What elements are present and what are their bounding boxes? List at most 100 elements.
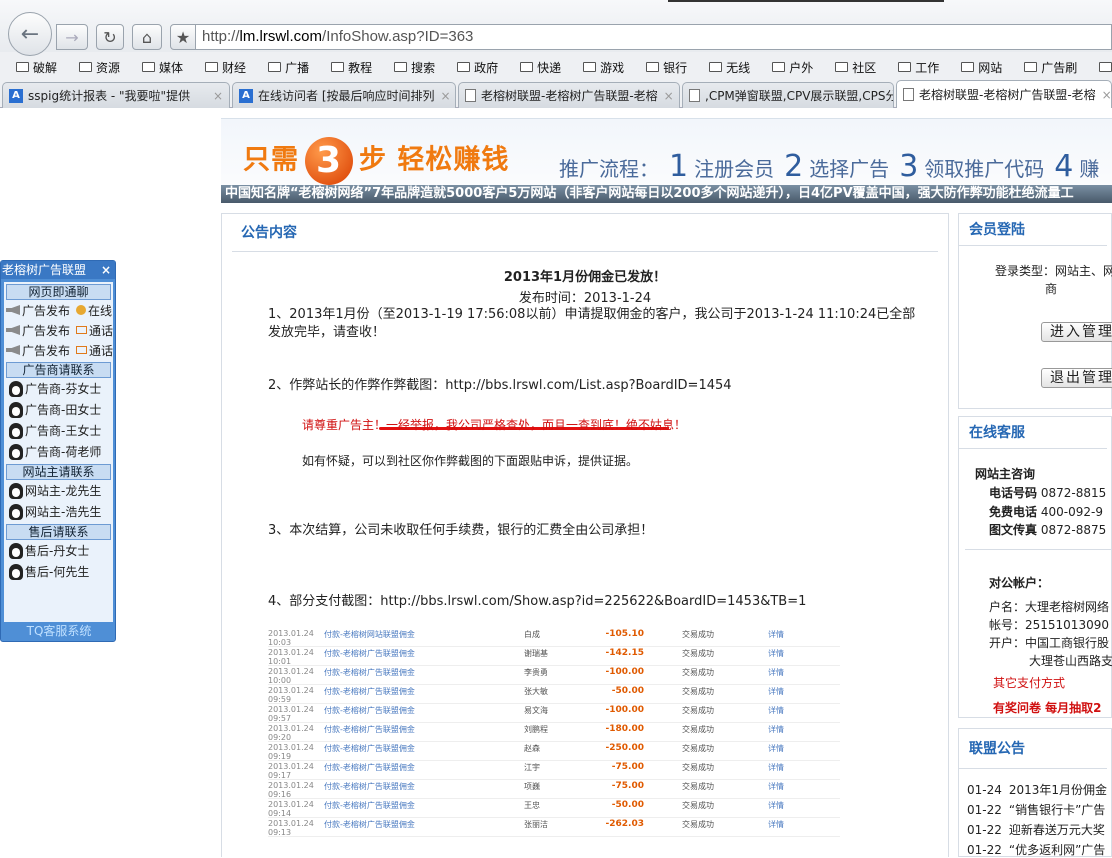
folder-icon [16,62,29,72]
ledger-status: 交易成功 [682,687,714,696]
browser-tab[interactable]: 老榕树联盟-老榕树广告联盟-老榕 × [896,80,1112,108]
ledger-detail-link[interactable]: 详情 [744,743,784,754]
tab-close-icon[interactable]: × [207,89,223,103]
contact-row[interactable]: 售后-何先生 [4,561,113,582]
notice-date: 01-22 [967,823,1002,837]
chat-row[interactable]: 广告发布 在线 [4,300,113,320]
ledger-detail-link[interactable]: 详情 [744,762,784,773]
tab-close-icon[interactable]: × [1096,88,1111,102]
bookmark-folder[interactable]: 快递 [504,56,567,78]
ledger-name: 谢瑞基 [524,649,548,658]
ledger-detail-link[interactable]: 详情 [744,781,784,792]
divider [965,549,1111,550]
bookmark-folder[interactable]: 资源 [63,56,126,78]
contact-row[interactable]: 售后-丹女士 [4,540,113,561]
bookmark-folder[interactable]: 广告刷 [1008,56,1083,78]
browser-tab[interactable]: ,CPM弹窗联盟,CPV展示联盟,CPS分× [682,82,894,108]
ledger-date: 2013.01.24 10:03 [268,629,324,647]
tab-close-icon[interactable]: × [658,89,674,103]
tq-footer[interactable]: TQ客服系统 [1,622,117,639]
folder-icon [520,62,534,72]
address-bar[interactable]: http://lm.lrswl.com/InfoShow.asp?ID=363 [196,24,1112,50]
section-header: 广告商请联系 [6,362,111,378]
ledger-detail-link[interactable]: 详情 [744,800,784,811]
ledger-detail-link[interactable]: 详情 [744,819,784,830]
back-button[interactable]: ← [8,12,52,56]
bookmark-folder[interactable]: 搜索 [378,56,441,78]
ledger-detail-link[interactable]: 详情 [744,648,784,659]
call-icon [76,326,88,334]
browser-tab[interactable]: 老榕树联盟-老榕树广告联盟-老榕 × [458,82,680,108]
bookmark-folder[interactable]: 工作 [882,56,945,78]
notice-item[interactable]: 01-22 迎新春送万元大奖 [967,821,1105,838]
folder-icon [835,62,849,72]
survey-promo-link[interactable]: 有奖问卷 每月抽取2 [993,699,1102,716]
chat-row[interactable]: 广告发布 通话 [4,340,113,360]
contact-row[interactable]: 网站主-浩先生 [4,501,113,522]
step-number: 1 [669,149,689,184]
ledger-name: 刘鹏程 [524,725,548,734]
step-label: 选择广告 [809,157,890,181]
close-icon[interactable]: × [101,261,111,279]
tab-strip: Asspig统计报表 - "我要啦"提供 × A 在线访问者 [按最后响应时间排列 × 老… [0,80,1112,108]
bookmark-star-button[interactable]: ★ [170,24,196,50]
bookmark-folder[interactable]: 破解 [0,56,63,78]
p1-highlight: 至2013-1-19 17:56:08以前）申请提取佣金的客户 [382,307,682,322]
ledger-date-day: 2013.01.24 [268,762,314,771]
ledger-detail-link[interactable]: 详情 [744,667,784,678]
enter-admin-button[interactable]: 进入管理 [1041,322,1112,342]
chat-row[interactable]: 广告发布 通话 [4,320,113,340]
ledger-amount: -50.00 [611,800,644,810]
contact-row[interactable]: 广告商-田女士 [4,399,113,420]
bookmark-folder[interactable]: 财经 [189,56,252,78]
logout-admin-button[interactable]: 退出管理 [1041,368,1112,388]
bookmark-folder[interactable]: 社区 [819,56,882,78]
ledger-name: 张丽洁 [524,820,548,829]
folder-icon [394,62,408,72]
ledger-date-day: 2013.01.24 [268,724,314,733]
bookmark-folder[interactable]: 网站 [945,56,1008,78]
ledger-detail-link[interactable]: 详情 [744,629,784,640]
ledger-title: 付款-老榕树广告联盟佣金 [324,782,415,791]
ledger-date-day: 2013.01.24 [268,629,314,638]
browser-tab[interactable]: Asspig统计报表 - "我要啦"提供 × [2,82,230,108]
reload-button[interactable]: ↻ [96,24,124,50]
ledger-title: 付款-老榕树广告联盟佣金 [324,668,415,677]
notice-date: 01-22 [967,803,1002,817]
ledger-detail-link[interactable]: 详情 [744,686,784,697]
folder-icon [1024,62,1038,72]
ledger-title: 付款-老榕树广告联盟佣金 [324,649,415,658]
contact-row[interactable]: 广告商-荷老师 [4,441,113,462]
notice-item[interactable]: 01-22 “销售银行卡”广告 [967,801,1105,818]
phone-line: 电话号码 0872-8815 [989,484,1106,501]
folder-icon [1099,62,1112,72]
appeal-note: 如有怀疑，可以到社区你作弊截图的下面跟贴申诉，提供证据。 [302,454,639,468]
contact-row[interactable]: 网站主-龙先生 [4,480,113,501]
ledger-date: 2013.01.24 09:19 [268,743,324,761]
bookmark-folder[interactable]: 无线 [693,56,756,78]
contact-row[interactable]: 广告商-芬女士 [4,378,113,399]
forward-button[interactable]: → [56,24,88,50]
ledger-detail-link[interactable]: 详情 [744,705,784,716]
bookmark-folder[interactable]: 推广 [1083,56,1112,78]
bookmark-label: 搜索 [411,60,436,75]
contact-row[interactable]: 广告商-王女士 [4,420,113,441]
notice-item[interactable]: 01-24 2013年1月份佣金 [967,781,1107,798]
other-payment-link[interactable]: 其它支付方式 [993,674,1065,691]
browser-tab[interactable]: A 在线访问者 [按最后响应时间排列 × [232,82,456,108]
announcement-panel: 公告内容 2013年1月份佣金已发放！ 发布时间：2013-1-24 1、201… [221,213,949,857]
bookmark-folder[interactable]: 游戏 [567,56,630,78]
bookmark-folder[interactable]: 媒体 [126,56,189,78]
ledger-amount: -250.00 [605,743,644,753]
home-button[interactable]: ⌂ [132,24,162,50]
bookmark-folder[interactable]: 政府 [441,56,504,78]
bookmark-label: 快递 [537,60,562,75]
bookmark-folder[interactable]: 银行 [630,56,693,78]
ledger-status: 交易成功 [682,668,714,677]
ledger-detail-link[interactable]: 详情 [744,724,784,735]
bookmark-folder[interactable]: 户外 [756,56,819,78]
bookmark-folder[interactable]: 教程 [315,56,378,78]
tab-close-icon[interactable]: × [435,89,451,103]
bookmark-folder[interactable]: 广播 [252,56,315,78]
notice-item[interactable]: 01-22 “优多返利网”广告 [967,841,1105,858]
